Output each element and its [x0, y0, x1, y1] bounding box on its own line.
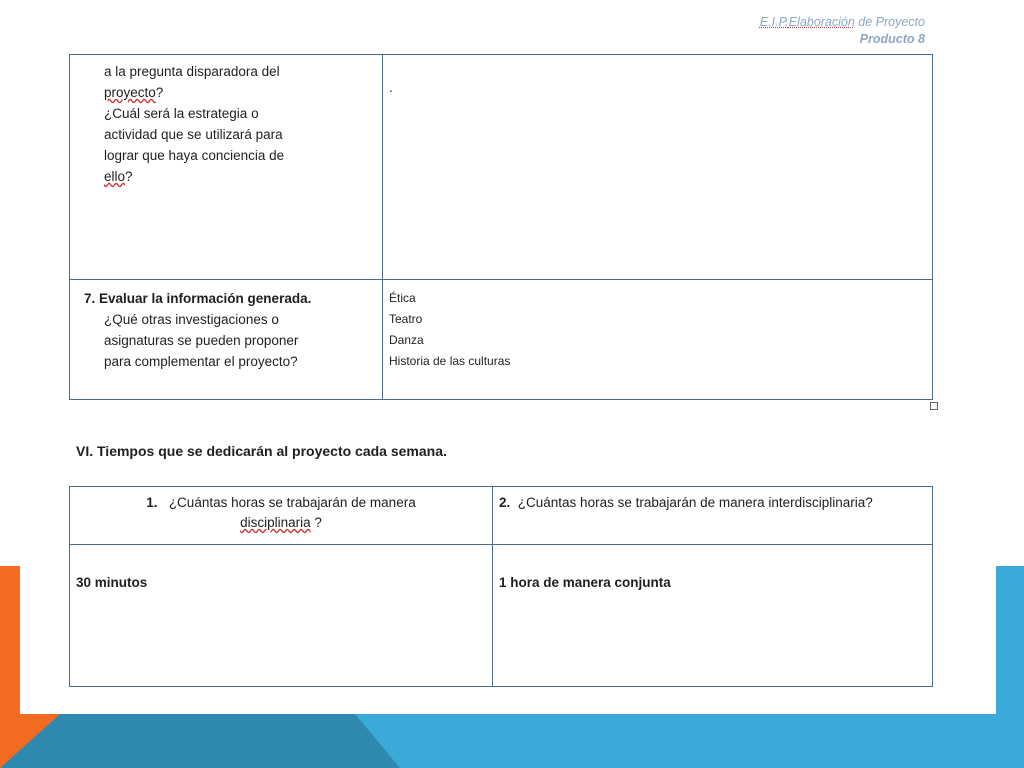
disciplinary-question-cell: 1. ¿Cuántas horas se trabajarán de maner…: [69, 486, 493, 545]
disciplinary-answer-cell: 30 minutos: [69, 544, 493, 687]
question-text: ¿Cuántas horas se trabajarán de manera i…: [517, 495, 873, 510]
table-row: 7. Evaluar la información generada. ¿Qué…: [69, 279, 933, 400]
bottom-dark-band: [0, 714, 400, 768]
question-mark: ?: [155, 85, 164, 100]
question-end: ?: [310, 515, 322, 530]
question-word-proyecto: proyecto: [104, 85, 156, 100]
header-producto: Producto 8: [859, 32, 925, 46]
question-number: 1.: [146, 495, 158, 510]
table-row: a la pregunta disparadora del proyecto? …: [69, 54, 933, 280]
project-table: a la pregunta disparadora del proyecto? …: [69, 54, 933, 400]
section-title: VI. Tiempos que se dedicarán al proyecto…: [76, 443, 447, 459]
table-row: 1. ¿Cuántas horas se trabajarán de maner…: [69, 486, 933, 545]
evaluation-line: ¿Qué otras investigaciones o: [104, 312, 279, 327]
subject-item: Teatro: [389, 312, 423, 326]
evaluation-title: 7. Evaluar la información generada.: [84, 291, 312, 306]
answer-text: .: [389, 80, 393, 95]
question-line: lograr que haya conciencia de: [104, 148, 285, 163]
question-word-ello: ello: [104, 169, 126, 184]
question-cell: a la pregunta disparadora del proyecto? …: [69, 54, 383, 280]
question-number: 2.: [499, 495, 511, 510]
evaluation-cell: 7. Evaluar la información generada. ¿Qué…: [69, 279, 383, 400]
answer-text: 1 hora de manera conjunta: [499, 575, 671, 590]
question-line: ¿Cuál será la estrategia o: [104, 106, 259, 121]
question-line: actividad que se utilizará para: [104, 127, 283, 142]
question-mark: ?: [125, 169, 133, 184]
interdisciplinary-answer-cell: 1 hora de manera conjunta: [492, 544, 933, 687]
subject-item: Historia de las culturas: [389, 354, 511, 368]
document-header: E.I.P.Elaboración de Proyecto Producto 8: [760, 14, 925, 48]
table-resize-handle[interactable]: [930, 402, 938, 410]
interdisciplinary-question-cell: 2. ¿Cuántas horas se trabajarán de maner…: [492, 486, 933, 545]
evaluation-line: para complementar el proyecto?: [104, 354, 298, 369]
header-elaboracion: Elaboración: [788, 15, 855, 29]
answer-text: 30 minutos: [76, 575, 148, 590]
question-word-disciplinaria: disciplinaria: [240, 515, 311, 530]
header-de-proyecto: de Proyecto: [854, 15, 925, 29]
header-eip: E.I.P.: [759, 15, 789, 29]
table-row: 30 minutos 1 hora de manera conjunta: [69, 544, 933, 687]
subject-item: Danza: [389, 333, 424, 347]
evaluation-line: asignaturas se pueden proponer: [104, 333, 299, 348]
time-table: 1. ¿Cuántas horas se trabajarán de maner…: [69, 486, 933, 687]
subjects-cell: Ética Teatro Danza Historia de las cultu…: [382, 279, 933, 400]
question-line: a la pregunta disparadora del: [104, 64, 280, 79]
answer-cell: .: [382, 54, 933, 280]
subject-item: Ética: [389, 291, 416, 305]
question-text: ¿Cuántas horas se trabajarán de manera: [168, 495, 416, 510]
